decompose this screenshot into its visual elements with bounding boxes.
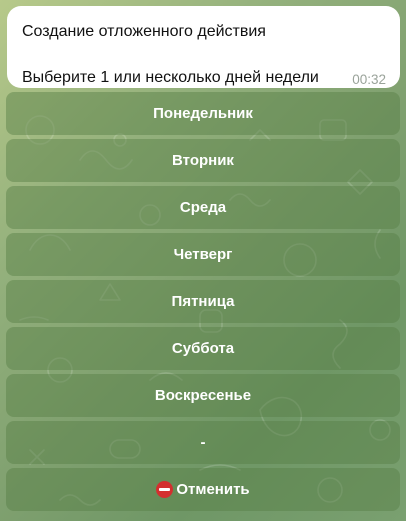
chat-background: Создание отложенного действия Выберите 1… — [0, 0, 406, 521]
keyboard-button-thursday[interactable]: Четверг — [6, 233, 400, 276]
keyboard-button-saturday[interactable]: Суббота — [6, 327, 400, 370]
keyboard-button-separator[interactable]: - — [6, 421, 400, 464]
bot-message-bubble: Создание отложенного действия Выберите 1… — [7, 6, 400, 88]
keyboard-button-tuesday[interactable]: Вторник — [6, 139, 400, 182]
message-timestamp: 00:32 — [352, 72, 386, 87]
message-text: Выберите 1 или несколько дней недели — [22, 69, 319, 86]
no-entry-icon — [156, 481, 174, 498]
keyboard-button-label: Пятница — [171, 293, 235, 310]
message-title: Создание отложенного действия — [22, 23, 266, 40]
keyboard-button-label: Четверг — [173, 246, 233, 263]
keyboard-button-friday[interactable]: Пятница — [6, 280, 400, 323]
keyboard-button-wednesday[interactable]: Среда — [6, 186, 400, 229]
keyboard-button-label: Понедельник — [153, 105, 253, 122]
keyboard-button-label: Вторник — [172, 152, 234, 169]
keyboard-button-monday[interactable]: Понедельник — [6, 92, 400, 135]
keyboard-button-sunday[interactable]: Воскресенье — [6, 374, 400, 417]
keyboard-button-label: Среда — [179, 199, 227, 216]
cancel-button-label: Отменить — [176, 481, 250, 498]
keyboard-button-label: Воскресенье — [154, 387, 252, 404]
cancel-button[interactable]: Отменить — [6, 468, 400, 511]
keyboard-button-label: - — [200, 434, 206, 451]
keyboard-button-label: Суббота — [171, 340, 235, 357]
